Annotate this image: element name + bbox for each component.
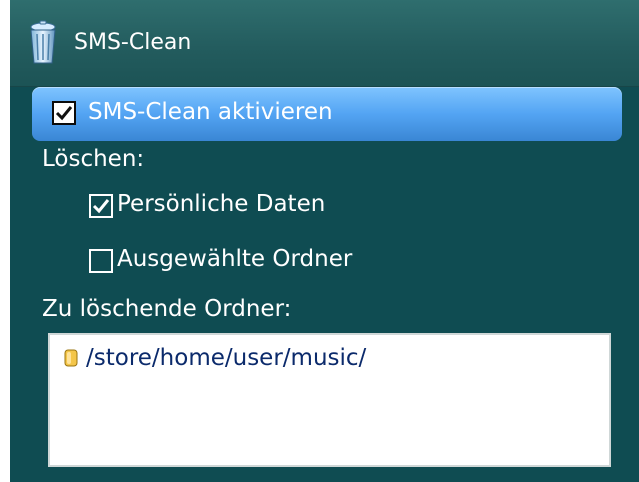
checkmark-icon xyxy=(92,199,110,214)
folder-path: /store/home/user/music/ xyxy=(86,345,367,371)
selected-folders-checkbox[interactable] xyxy=(89,249,113,273)
personal-data-label: Persönliche Daten xyxy=(117,191,326,217)
personal-data-checkbox[interactable] xyxy=(89,194,113,218)
delete-heading: Löschen: xyxy=(42,146,145,172)
app-title: SMS-Clean xyxy=(74,30,192,55)
activate-checkbox[interactable] xyxy=(52,101,76,125)
folders-heading: Zu löschende Ordner: xyxy=(42,296,292,322)
trash-can-icon xyxy=(25,20,61,66)
folder-icon xyxy=(64,349,78,367)
title-bar: SMS-Clean xyxy=(10,0,639,87)
checkmark-icon xyxy=(55,106,73,121)
folder-list[interactable]: /store/home/user/music/ xyxy=(48,333,611,467)
activate-label: SMS-Clean aktivieren xyxy=(88,99,333,125)
selected-folders-label: Ausgewählte Ordner xyxy=(117,246,353,272)
sms-clean-screen: SMS-Clean SMS-Clean aktivieren Löschen: … xyxy=(0,0,639,482)
